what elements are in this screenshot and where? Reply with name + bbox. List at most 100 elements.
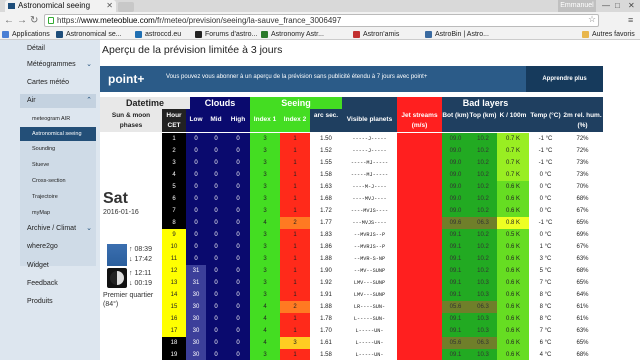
- cell-mid: 0: [206, 325, 226, 337]
- cell-temp: -1 °C: [529, 157, 562, 169]
- lock-icon: [48, 17, 54, 24]
- sidebar-item-produits[interactable]: Produits: [20, 295, 96, 309]
- cell-mid: 0: [206, 349, 226, 360]
- cell-k: 0.6 K: [497, 325, 529, 337]
- sidebar-item-stueve[interactable]: Stueve: [20, 158, 96, 172]
- cell-jet: [397, 301, 442, 313]
- datetime-header: Datetime: [100, 97, 190, 109]
- bookmark-item[interactable]: astroccd.eu: [135, 29, 181, 40]
- cell-temp: 5 °C: [529, 265, 562, 277]
- cell-mid: 0: [206, 229, 226, 241]
- cell-high: 0: [226, 217, 250, 229]
- sidebar-item-astronomical-seeing[interactable]: Astronomical seeing: [20, 127, 96, 141]
- cell-pl: LMV---SUNP: [342, 277, 397, 289]
- sidebar-item-label: Météogrammes: [27, 61, 76, 68]
- cell-k: 0.6 K: [497, 289, 529, 301]
- learn-more-button[interactable]: Apprendre plus: [526, 66, 603, 92]
- sidebar-item-archive-climat[interactable]: Archive / Climat ⌄: [20, 222, 96, 236]
- sidebar-item-cartes-m-t-o[interactable]: Cartes météo: [20, 76, 96, 90]
- cell-i1: 4: [250, 217, 280, 229]
- bookmark-favicon-icon: [56, 31, 63, 38]
- cell-high: 0: [226, 349, 250, 360]
- bookmark-favicon-icon: [261, 31, 268, 38]
- bookmark-item[interactable]: Autres favoris: [582, 29, 635, 40]
- bookmark-item[interactable]: Astronomical se...: [56, 29, 122, 40]
- bookmark-favicon-icon: [135, 31, 142, 38]
- menu-icon[interactable]: ≡: [628, 15, 633, 25]
- url-input[interactable]: https://www.meteoblue.com/fr/meteo/previ…: [44, 14, 599, 27]
- cell-mid: 0: [206, 193, 226, 205]
- col-header-sun-moon: Sun & moon phases: [100, 109, 162, 132]
- sidebar-item-m-t-ogrammes[interactable]: Météogrammes ⌄: [20, 58, 96, 72]
- sidebar-item-d-tail[interactable]: Détail: [20, 42, 96, 56]
- bookmark-item[interactable]: Forums d'astro...: [195, 29, 257, 40]
- chevron-down-icon[interactable]: ⌄: [86, 58, 92, 72]
- reload-icon[interactable]: ↻: [30, 15, 38, 26]
- cell-i2: 1: [280, 241, 310, 253]
- chevron-up-icon[interactable]: ⌃: [86, 94, 92, 108]
- cell-i2: 3: [280, 337, 310, 349]
- sidebar-item-trajectoire[interactable]: Trajectoire: [20, 190, 96, 204]
- cell-jet: [397, 169, 442, 181]
- sidebar-item-label: Cartes météo: [27, 79, 70, 86]
- cell-k: 0.6 K: [497, 181, 529, 193]
- sidebar-item-label: Sounding: [32, 146, 56, 152]
- cell-low: 0: [186, 145, 206, 157]
- sidebar-item-label: where2go: [27, 243, 58, 250]
- close-tab-icon[interactable]: ✕: [106, 0, 113, 12]
- cell-low: 0: [186, 193, 206, 205]
- cell-hum: 61%: [562, 313, 603, 325]
- sidebar-item-meteogram-air[interactable]: meteogram AIR: [20, 112, 96, 126]
- cell-high: 0: [226, 325, 250, 337]
- cell-arc: 1.70: [310, 325, 342, 337]
- cell-hum: 65%: [562, 277, 603, 289]
- chevron-down-icon[interactable]: ⌄: [86, 222, 92, 236]
- bookmark-item[interactable]: Applications: [2, 29, 50, 40]
- cell-pl: LMV---SUNP: [342, 289, 397, 301]
- sidebar-item-mymap[interactable]: myMap: [20, 206, 96, 220]
- cell-bot: 09.1: [442, 325, 469, 337]
- cell-mid: 0: [206, 301, 226, 313]
- cell-top: 10.2: [469, 193, 497, 205]
- cell-top: 10.3: [469, 313, 497, 325]
- cell-jet: [397, 349, 442, 360]
- new-tab-button[interactable]: [118, 2, 134, 12]
- cell-low: 0: [186, 181, 206, 193]
- bookmark-star-icon[interactable]: ☆: [588, 14, 596, 25]
- sidebar-item-widget[interactable]: Widget: [20, 259, 96, 273]
- cell-jet: [397, 133, 442, 145]
- maximize-icon[interactable]: □: [615, 0, 620, 12]
- cell-mid: 0: [206, 253, 226, 265]
- sidebar-item-air[interactable]: Air ⌃: [20, 94, 96, 108]
- close-window-icon[interactable]: ✕: [628, 0, 635, 12]
- bookmark-item[interactable]: Astronomy Astr...: [261, 29, 324, 40]
- sidebar-item-sounding[interactable]: Sounding: [20, 142, 96, 156]
- cell-high: 0: [226, 265, 250, 277]
- planets-header-top: [342, 97, 397, 109]
- browser-tab[interactable]: Astronomical seeing ✕: [5, 0, 116, 12]
- cell-top: 10.3: [469, 277, 497, 289]
- cell-low: 31: [186, 265, 206, 277]
- cell-arc: 1.77: [310, 217, 342, 229]
- profile-button[interactable]: Emmanuel: [558, 0, 596, 12]
- cell-k: 0.6 K: [497, 253, 529, 265]
- cell-i1: 4: [250, 313, 280, 325]
- cell-jet: [397, 337, 442, 349]
- bookmark-item[interactable]: Astron'amis: [353, 29, 399, 40]
- cell-temp: 7 °C: [529, 277, 562, 289]
- cell-h: 3: [162, 157, 186, 169]
- cell-high: 0: [226, 133, 250, 145]
- sidebar-item-where2go[interactable]: where2go: [20, 240, 96, 254]
- tab-title: Astronomical seeing: [18, 1, 91, 10]
- minimize-icon[interactable]: —: [602, 0, 610, 12]
- sidebar-item-cross-section[interactable]: Cross-section: [20, 174, 96, 188]
- cell-low: 0: [186, 169, 206, 181]
- bookmark-item[interactable]: AstroBin | Astro...: [425, 29, 489, 40]
- cell-h: 14: [162, 289, 186, 301]
- forward-icon[interactable]: →: [17, 15, 27, 26]
- back-icon[interactable]: ←: [4, 15, 14, 26]
- cell-hum: 73%: [562, 169, 603, 181]
- sidebar-item-feedback[interactable]: Feedback: [20, 277, 96, 291]
- cell-i1: 4: [250, 337, 280, 349]
- cell-bot: 05.6: [442, 301, 469, 313]
